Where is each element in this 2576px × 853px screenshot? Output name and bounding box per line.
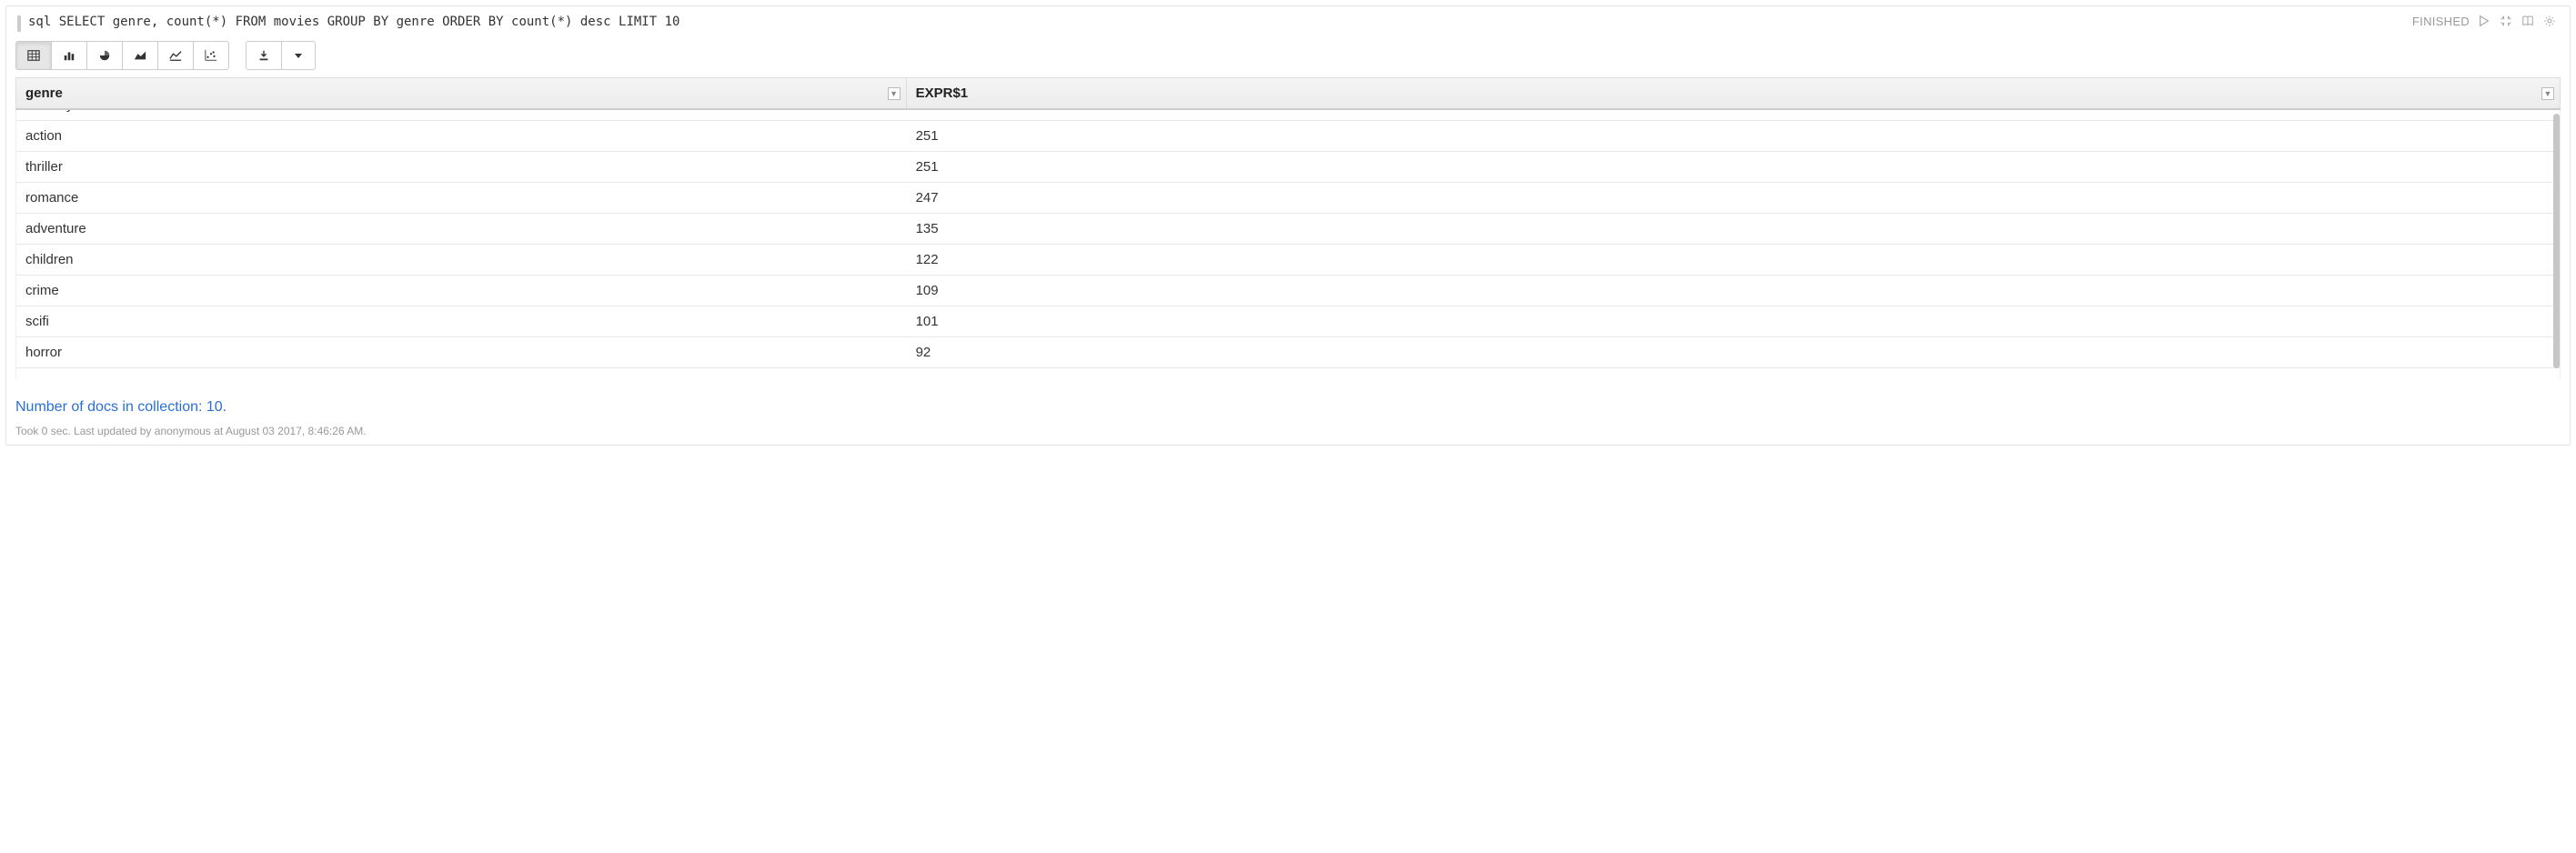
- cell-count: 251: [907, 121, 2560, 151]
- pie-chart-button[interactable]: [86, 41, 123, 70]
- table-row[interactable]: thriller251: [16, 152, 2560, 183]
- book-icon[interactable]: [2521, 14, 2535, 28]
- code-area: sql SELECT genre, count(*) FROM movies G…: [15, 14, 2412, 32]
- cell-count: 247: [907, 183, 2560, 213]
- cell-count: 92: [907, 337, 2560, 367]
- column-menu-icon[interactable]: ▼: [888, 87, 901, 100]
- table-row[interactable]: romance247: [16, 183, 2560, 214]
- table-view-button[interactable]: [15, 41, 52, 70]
- table-row[interactable]: adventure135: [16, 214, 2560, 245]
- table-row[interactable]: action251: [16, 121, 2560, 152]
- execution-meta: Took 0 sec. Last updated by anonymous at…: [15, 425, 2561, 437]
- cell-count: 251: [907, 152, 2560, 182]
- table-row[interactable]: horror92: [16, 337, 2560, 368]
- cell-count: 365: [907, 110, 2560, 120]
- table-row[interactable]: crime109: [16, 276, 2560, 306]
- download-caret-button[interactable]: [281, 41, 316, 70]
- cell-genre: horror: [16, 337, 907, 367]
- table-header: genre ▼ EXPR$1 ▼: [15, 77, 2561, 110]
- scatter-chart-button[interactable]: [193, 41, 229, 70]
- cell-count: 122: [907, 245, 2560, 275]
- gear-icon[interactable]: [2542, 14, 2557, 28]
- bar-chart-button[interactable]: [51, 41, 87, 70]
- code-text[interactable]: sql SELECT genre, count(*) FROM movies G…: [25, 14, 679, 29]
- result-toolbar: [15, 41, 2561, 70]
- cell-genre: thriller: [16, 152, 907, 182]
- table-row[interactable]: scifi101: [16, 306, 2560, 337]
- download-group: [246, 41, 316, 70]
- scrollbar[interactable]: [2552, 110, 2560, 379]
- column-header-genre[interactable]: genre ▼: [16, 78, 907, 108]
- column-header-label: EXPR$1: [916, 85, 969, 101]
- line-chart-button[interactable]: [157, 41, 194, 70]
- cell-count: 109: [907, 276, 2560, 306]
- cell-genre: romance: [16, 183, 907, 213]
- download-button[interactable]: [246, 41, 282, 70]
- table-body: comedy365action251thriller251romance247a…: [15, 110, 2561, 379]
- run-icon[interactable]: [2477, 14, 2491, 28]
- area-chart-button[interactable]: [122, 41, 158, 70]
- cell-genre: action: [16, 121, 907, 151]
- cell-count: 101: [907, 306, 2560, 336]
- cell-genre: children: [16, 245, 907, 275]
- scrollbar-thumb[interactable]: [2553, 114, 2560, 368]
- table-row[interactable]: children122: [16, 245, 2560, 276]
- notebook-paragraph: sql SELECT genre, count(*) FROM movies G…: [5, 5, 2571, 446]
- status-label: FINISHED: [2412, 15, 2470, 28]
- cell-count: 135: [907, 214, 2560, 244]
- cell-genre: crime: [16, 276, 907, 306]
- code-gutter: [17, 15, 21, 32]
- paragraph-controls: FINISHED: [2412, 14, 2561, 28]
- table-row[interactable]: comedy365: [16, 110, 2560, 121]
- collapse-icon[interactable]: [2499, 14, 2513, 28]
- code-row: sql SELECT genre, count(*) FROM movies G…: [15, 14, 2561, 32]
- docs-count-link[interactable]: Number of docs in collection: 10.: [15, 399, 226, 416]
- column-header-label: genre: [25, 85, 63, 101]
- cell-genre: adventure: [16, 214, 907, 244]
- result-table: genre ▼ EXPR$1 ▼ comedy365action251thril…: [15, 77, 2561, 379]
- cell-genre: comedy: [16, 110, 907, 120]
- cell-genre: scifi: [16, 306, 907, 336]
- column-header-expr1[interactable]: EXPR$1 ▼: [907, 78, 2560, 108]
- column-menu-icon[interactable]: ▼: [2541, 87, 2554, 100]
- chart-type-group: [15, 41, 229, 70]
